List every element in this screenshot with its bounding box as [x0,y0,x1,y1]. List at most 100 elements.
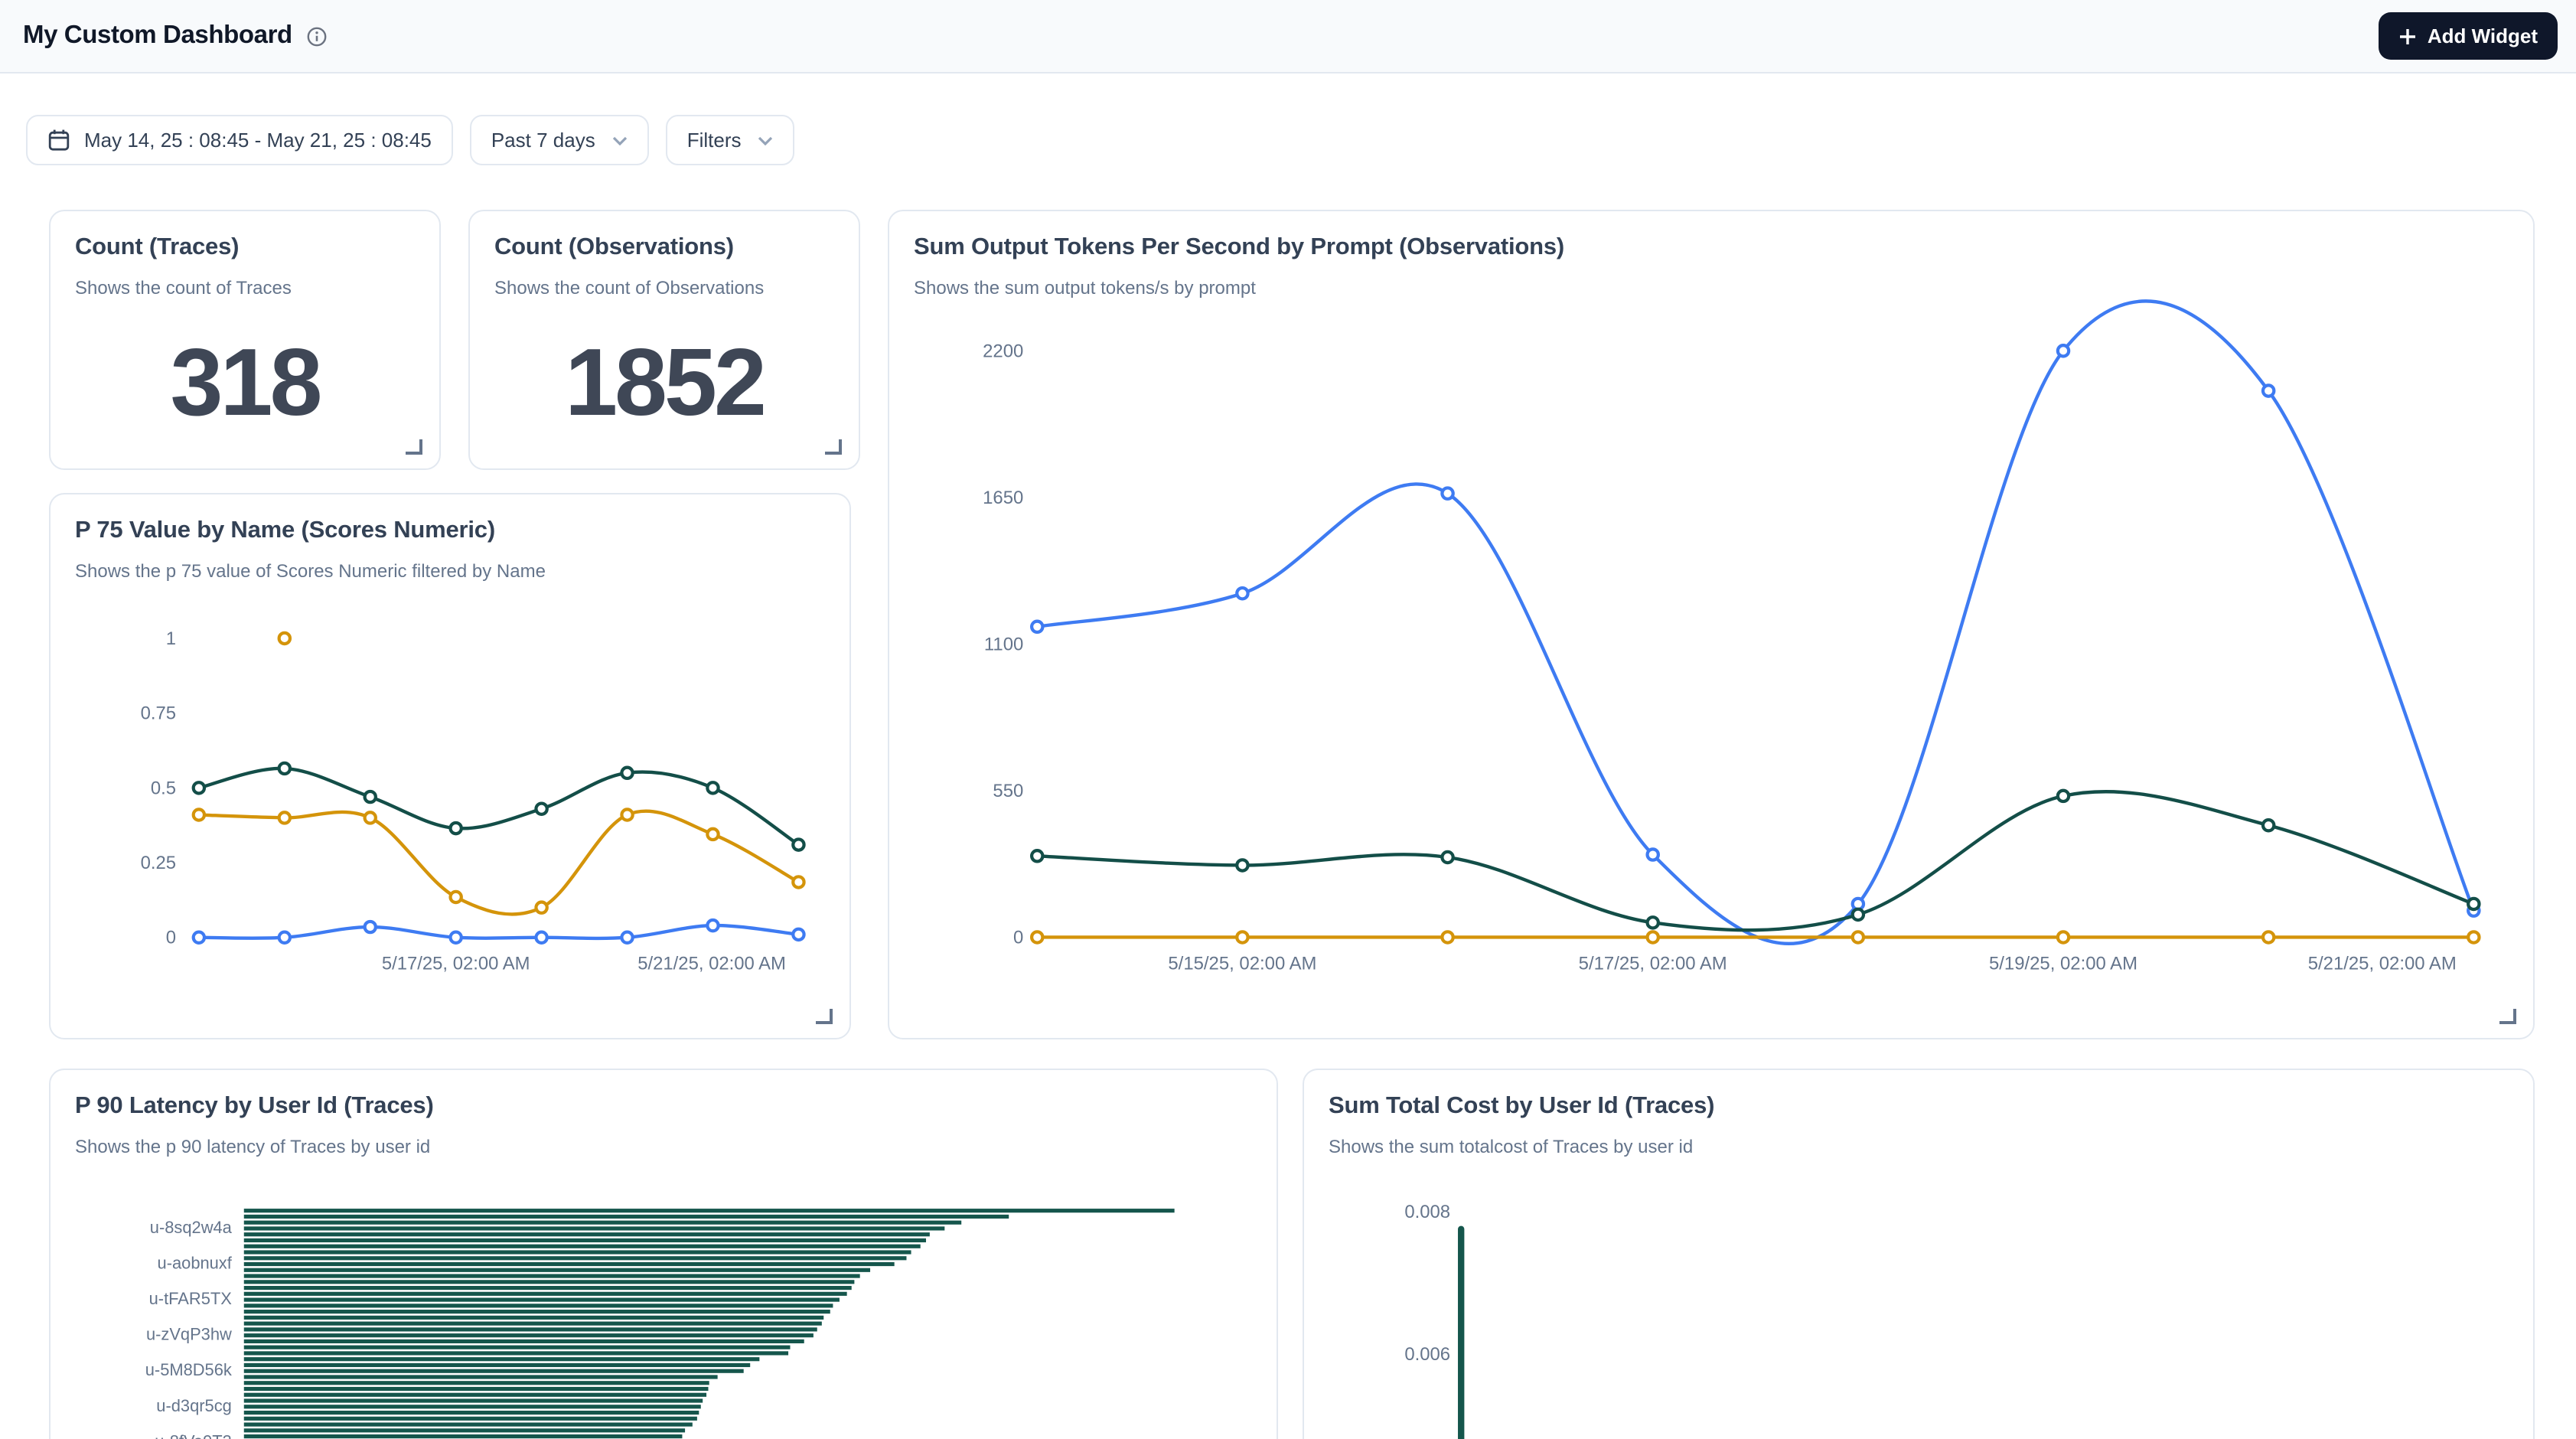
latency-bar [244,1375,718,1379]
data-point-marker [451,892,461,902]
data-point-marker [1442,852,1453,863]
data-point-marker [2058,791,2069,801]
data-point-marker [793,839,804,850]
calendar-icon [47,129,70,152]
latency-bar [244,1256,907,1260]
data-point-marker [536,804,546,814]
data-point-marker [2263,932,2274,942]
data-point-marker [1853,932,1864,942]
latency-bar [244,1238,926,1242]
latency-bar [244,1215,1009,1219]
cost-bar [1458,1226,1464,1439]
data-point-marker [793,876,804,887]
add-widget-button[interactable]: Add Widget [2379,12,2558,60]
data-point-marker [1237,932,1247,942]
card-p75-chart: P 75 Value by Name (Scores Numeric) Show… [49,493,851,1039]
data-point-marker [793,929,804,940]
chevron-down-icon [612,135,628,145]
axis-tick-label: u-zVqP3hw [146,1325,232,1344]
app-header: My Custom Dashboard Add Widget [0,0,2576,73]
latency-bar [244,1316,823,1320]
data-point-marker [279,763,290,774]
latency-bar [244,1363,750,1367]
latency-bar [244,1327,817,1331]
data-point-marker [2468,932,2479,942]
data-point-marker [279,932,290,943]
data-point-marker [621,768,632,778]
data-point-marker [365,812,376,823]
latency-bar [244,1280,855,1284]
date-range-picker[interactable]: May 14, 25 : 08:45 - May 21, 25 : 08:45 [26,115,453,165]
data-point-marker [536,902,546,913]
data-point-marker [621,932,632,943]
axis-tick-label: u-8sq2w4a [150,1218,233,1237]
axis-tick-label: u-aobnuxf [158,1253,233,1272]
card-count-traces: Count (Traces) Shows the count of Traces… [49,210,441,470]
kpi-value: 1852 [470,329,859,438]
axis-tick-label: 5/17/25, 02:00 AM [1579,953,1727,974]
range-preset-value: Past 7 days [491,129,595,152]
latency-bar [244,1274,860,1277]
data-point-marker [2263,385,2274,396]
latency-bar [244,1398,703,1402]
card-title: Count (Traces) [75,234,415,262]
latency-bar [244,1357,760,1361]
data-point-marker [194,809,204,820]
data-point-marker [279,812,290,823]
card-subtitle: Shows the p 75 value of Scores Numeric f… [75,560,825,582]
latency-bar [244,1393,706,1397]
data-point-marker [279,633,290,644]
latency-bar [244,1298,840,1302]
latency-bar [244,1434,683,1438]
data-point-marker [1237,860,1247,870]
card-title: Count (Observations) [494,234,834,262]
axis-tick-label: 0.5 [151,778,176,798]
latency-bar [244,1322,822,1326]
data-point-marker [1442,932,1453,942]
axis-tick-label: 5/15/25, 02:00 AM [1168,953,1316,974]
latency-bar [244,1268,870,1272]
data-point-marker [2058,345,2069,356]
latency-bar [244,1262,895,1266]
date-range-value: May 14, 25 : 08:45 - May 21, 25 : 08:45 [84,129,432,152]
axis-tick-label: 1 [166,628,176,649]
data-point-marker [1032,932,1042,942]
latency-bar [244,1346,791,1349]
latency-bar [244,1411,699,1415]
data-point-marker [1648,849,1658,860]
resize-handle-icon[interactable] [825,439,842,455]
latency-bar [244,1209,1175,1212]
kpi-value: 318 [51,329,439,438]
data-point-marker [2468,899,2479,909]
page-title: My Custom Dashboard [23,21,292,51]
add-widget-label: Add Widget [2428,24,2538,47]
data-point-marker [1032,622,1042,632]
axis-tick-label: u-d3qr5cg [156,1396,232,1415]
plus-icon [2398,27,2417,45]
axis-tick-label: 0.006 [1404,1344,1450,1365]
card-subtitle: Shows the count of Observations [494,277,834,299]
data-point-marker [365,791,376,802]
axis-tick-label: 5/17/25, 02:00 AM [382,954,530,974]
resize-handle-icon[interactable] [2499,1009,2516,1024]
latency-bar [244,1422,693,1426]
latency-bar [244,1369,744,1373]
filters-button[interactable]: Filters [666,115,795,165]
latency-bar [244,1250,911,1254]
card-title: P 90 Latency by User Id (Traces) [75,1093,1252,1121]
chevron-down-icon [758,135,774,145]
data-point-marker [1648,917,1658,928]
data-point-marker [707,782,718,793]
toolbar: May 14, 25 : 08:45 - May 21, 25 : 08:45 … [26,115,795,165]
axis-tick-label: 0.25 [141,853,176,873]
axis-tick-label: 0.008 [1404,1202,1450,1222]
range-preset-select[interactable]: Past 7 days [470,115,649,165]
resize-handle-icon[interactable] [406,439,422,455]
data-point-marker [1648,932,1658,942]
resize-handle-icon[interactable] [816,1009,833,1024]
latency-bar [244,1226,945,1230]
info-icon[interactable] [306,25,328,47]
card-title: P 75 Value by Name (Scores Numeric) [75,517,825,545]
data-point-marker [1032,850,1042,861]
latency-bar [244,1286,852,1290]
